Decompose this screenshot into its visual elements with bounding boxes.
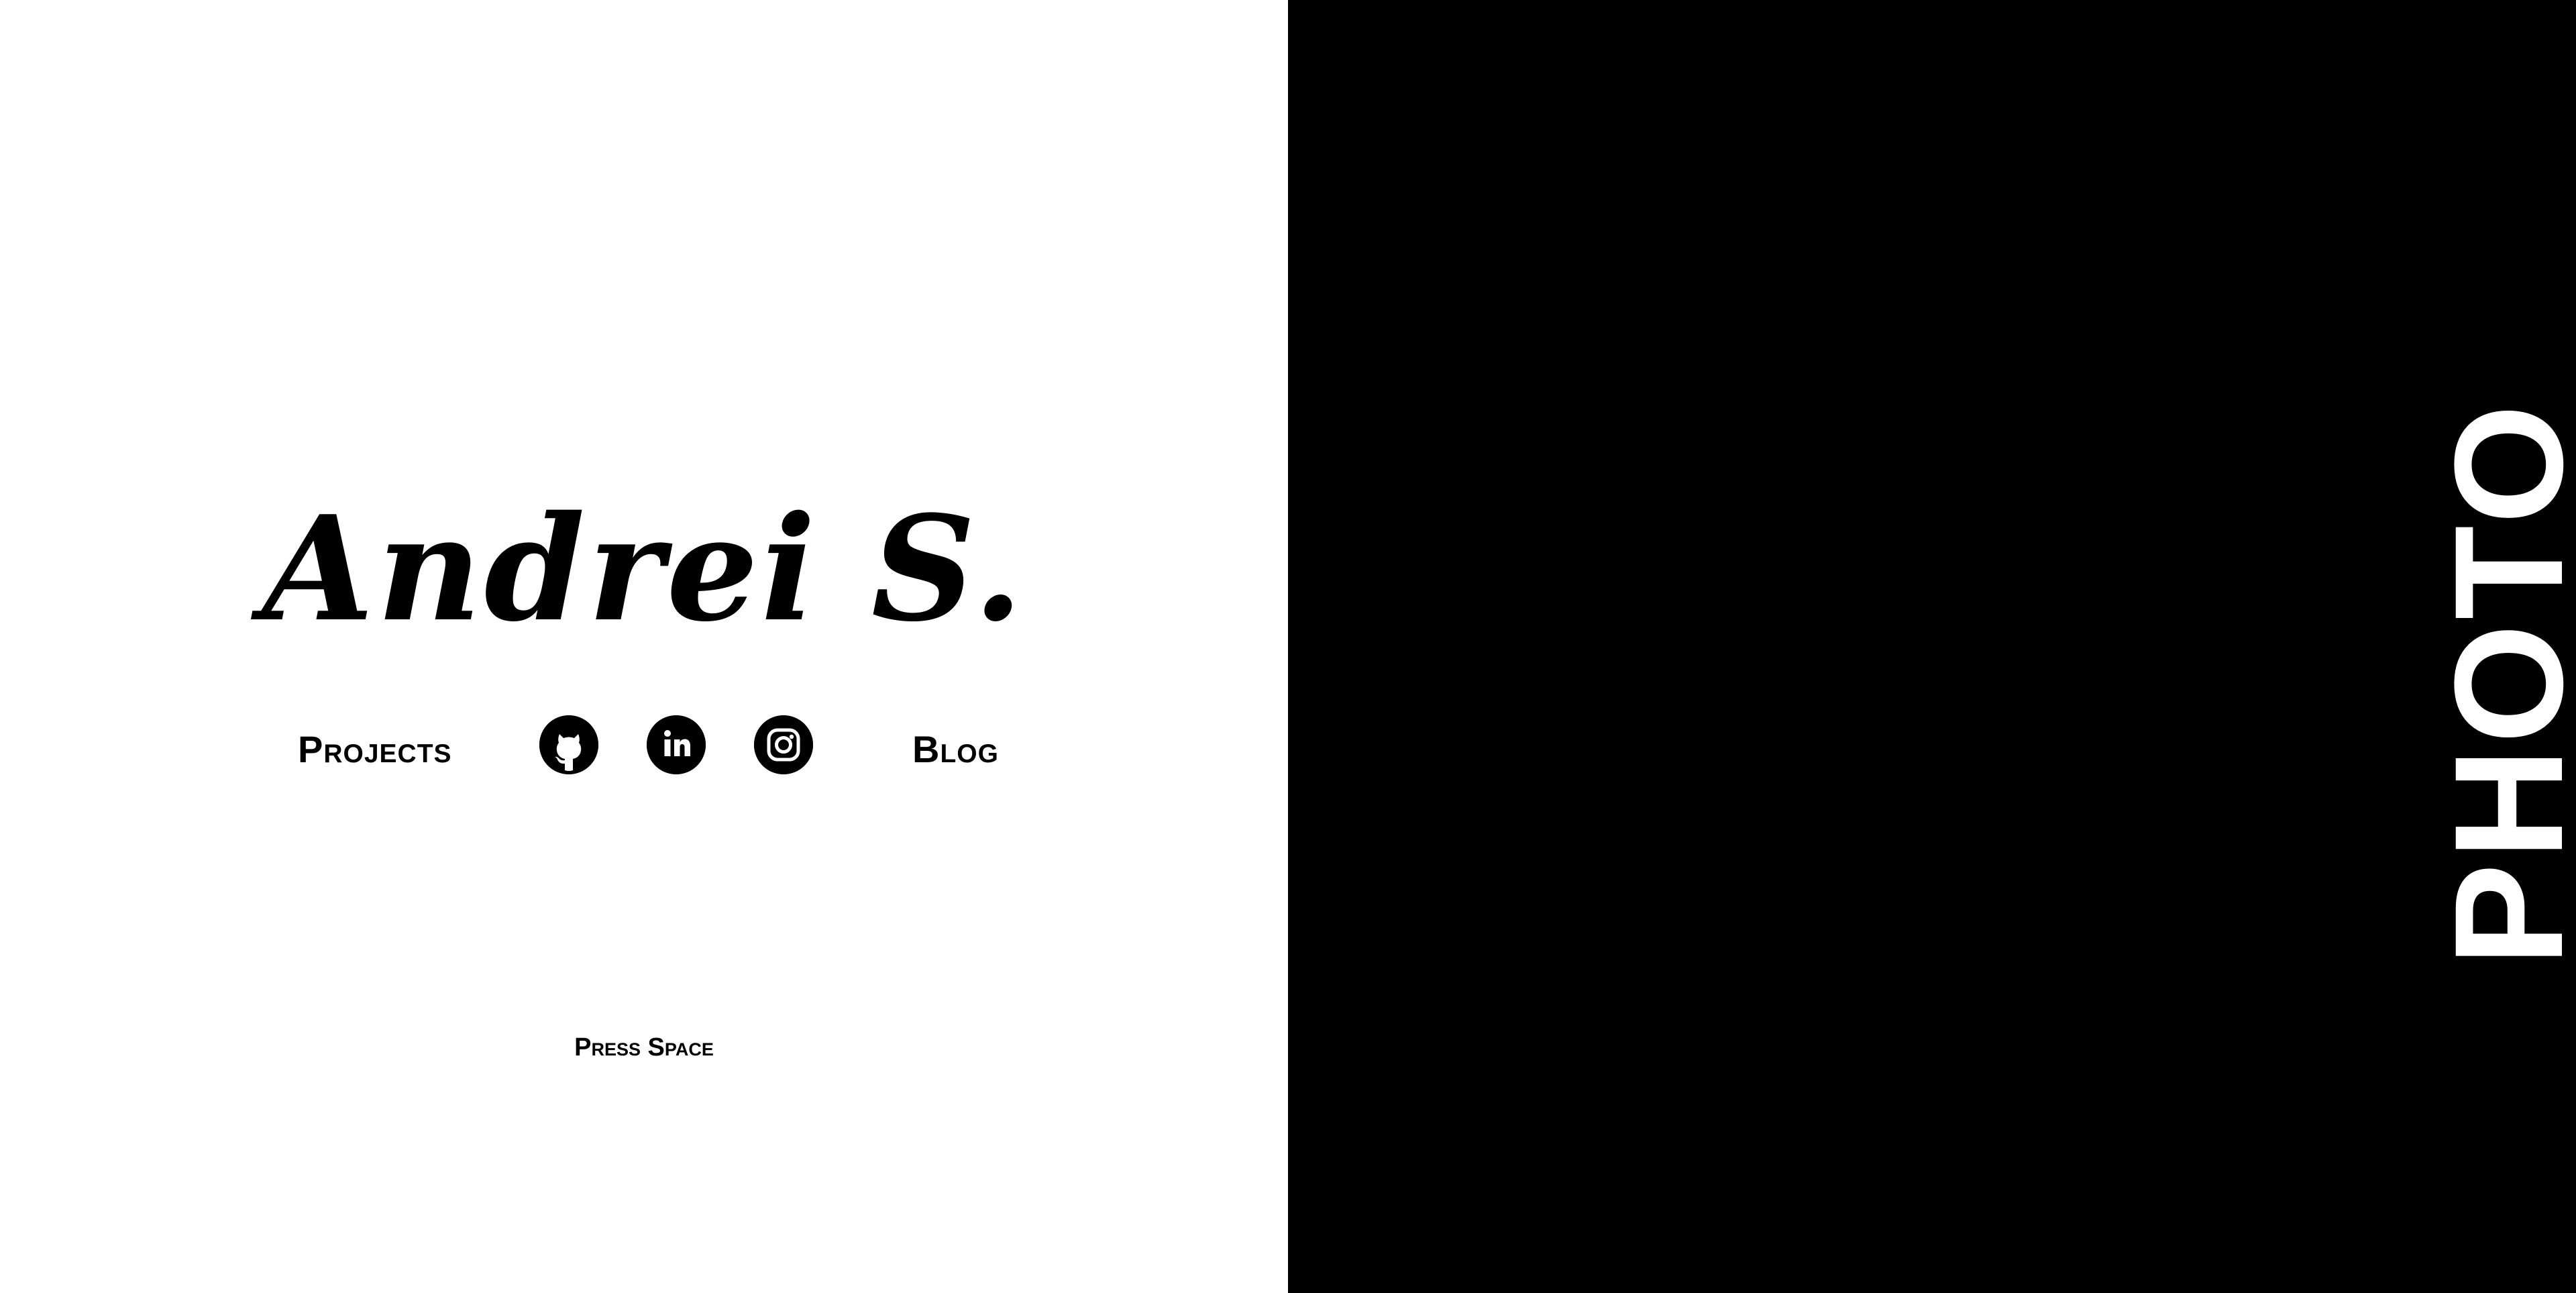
- photo-panel-label: PHOTO: [2422, 400, 2576, 966]
- page: Andrei S. Projects Blog Press Space PHOT…: [0, 0, 2576, 1293]
- nav-blog-link[interactable]: Blog: [912, 727, 999, 771]
- instagram-icon: [754, 715, 813, 774]
- nav-projects-link[interactable]: Projects: [298, 727, 452, 771]
- press-space-hint: Press Space: [574, 1033, 714, 1062]
- site-title: Andrei S.: [262, 484, 1026, 654]
- linkedin-link[interactable]: [647, 715, 706, 774]
- linkedin-icon: [647, 715, 706, 774]
- main-nav: Projects Blog: [0, 711, 1288, 778]
- github-link[interactable]: [539, 715, 598, 774]
- photo-panel[interactable]: PHOTO: [1288, 0, 2576, 1293]
- instagram-link[interactable]: [754, 715, 813, 774]
- github-icon: [539, 715, 598, 774]
- home-panel: Andrei S. Projects Blog Press Space: [0, 0, 1288, 1293]
